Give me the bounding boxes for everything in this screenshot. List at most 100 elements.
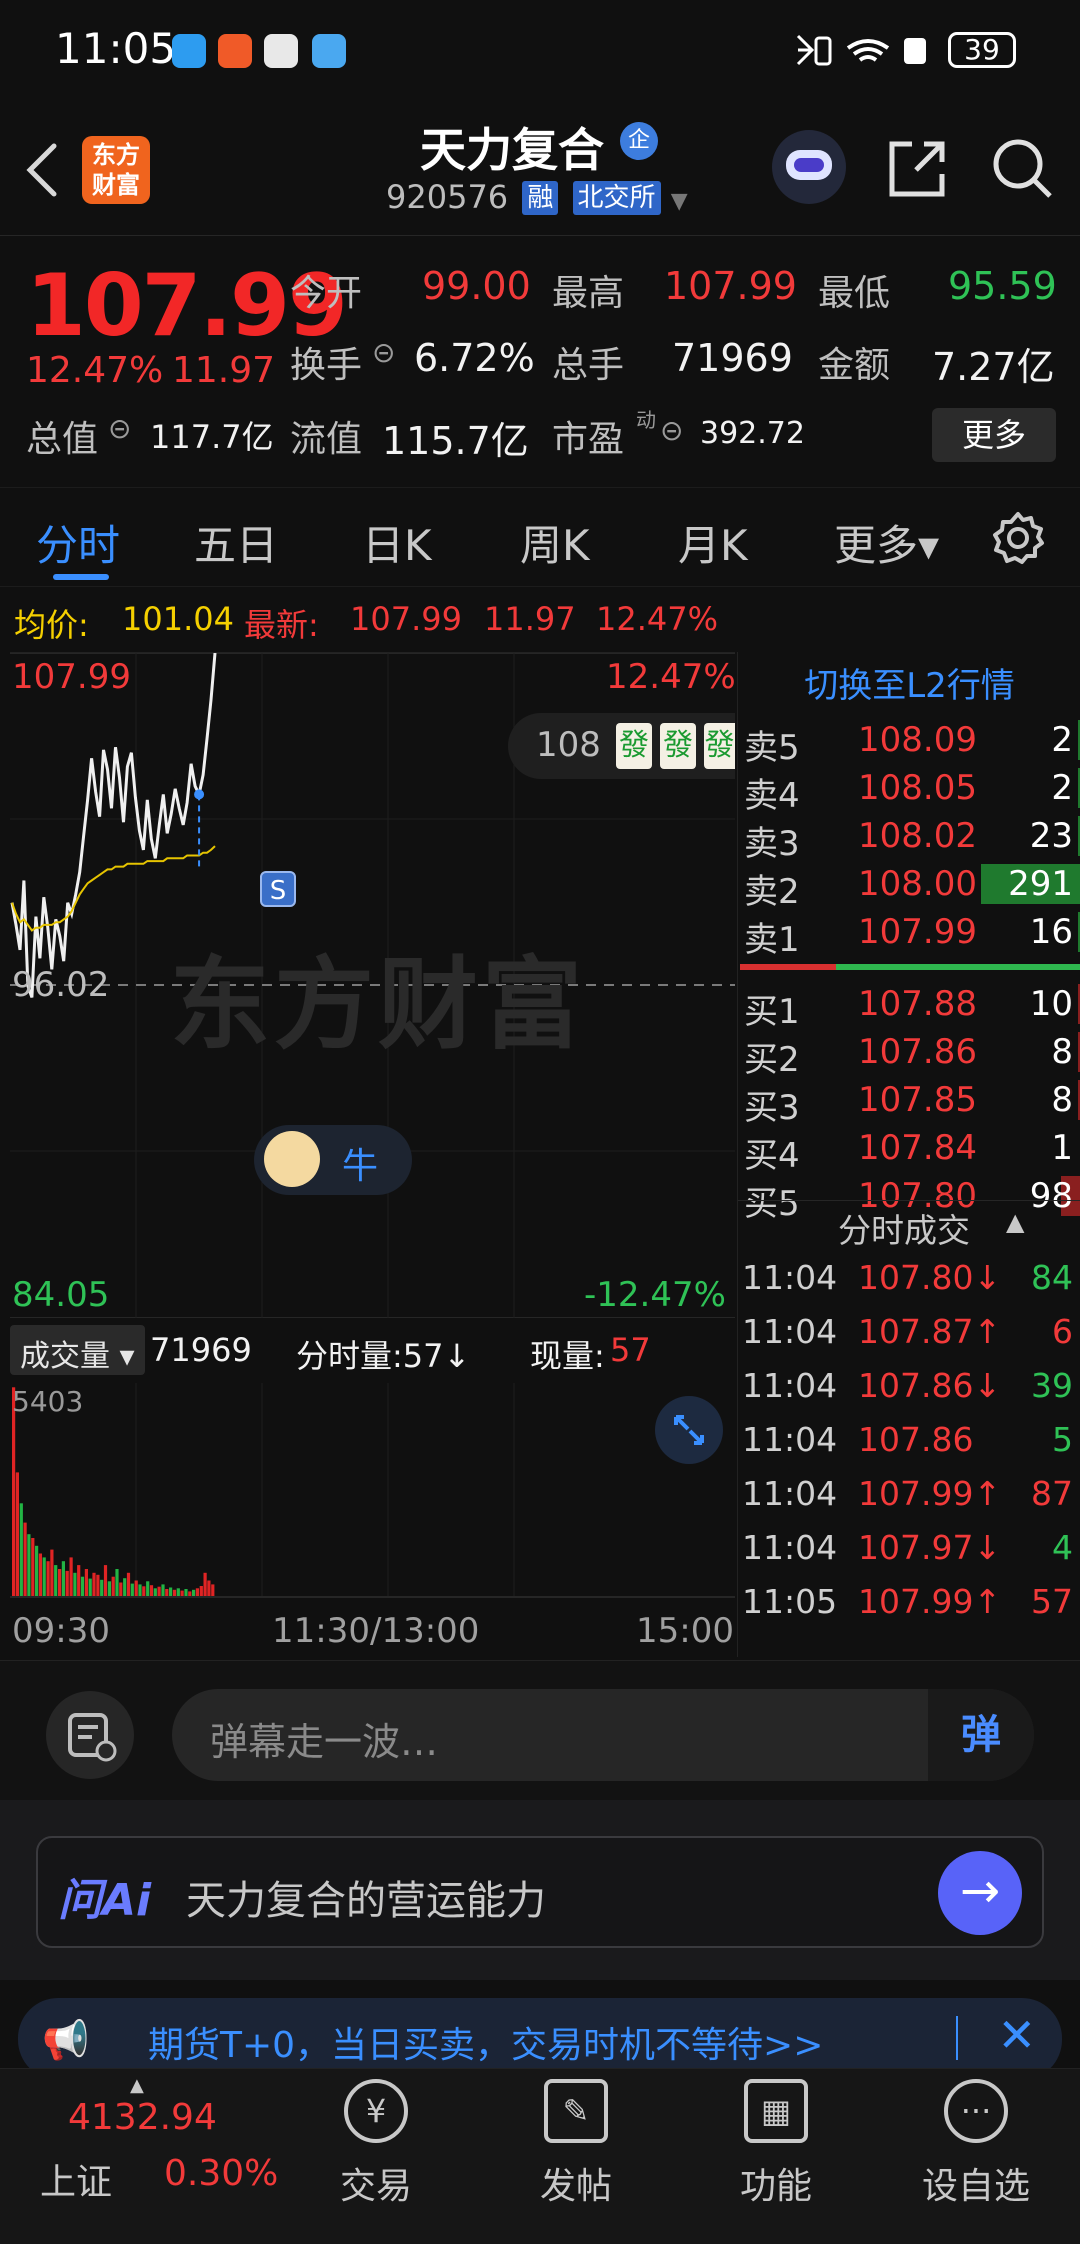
trade-row: 11:05 107.99↑ 57	[738, 1576, 1080, 1628]
ask-ai-input[interactable]: 问Ai 天力复合的营运能力 →	[36, 1836, 1044, 1948]
bid-vol: 10	[1029, 984, 1073, 1024]
announcement-text[interactable]: 期货T+0，当日买卖，交易时机不等待>>	[148, 2016, 823, 2068]
change-amount: 11.97	[172, 350, 276, 391]
trade-time: 11:05	[742, 1582, 838, 1621]
volume-bar	[38, 1553, 42, 1596]
danmaku-send-button[interactable]: 弹	[928, 1689, 1034, 1781]
ask-row[interactable]: 卖1 107.99 16	[738, 908, 1080, 960]
fullscreen-expand-icon[interactable]	[654, 1395, 724, 1465]
trade-price: 107.86	[858, 1420, 974, 1459]
exchange-tag: 北交所	[572, 181, 661, 215]
tab-monthly-k[interactable]: 月K	[678, 512, 748, 573]
info-icon[interactable]: ⊝	[660, 414, 683, 447]
volume-bar	[172, 1589, 177, 1596]
share-icon[interactable]	[886, 138, 948, 200]
trade-row: 11:04 107.80↓ 84	[738, 1252, 1080, 1304]
volume-bar	[207, 1580, 211, 1596]
bid-row[interactable]: 买4 107.84 1	[738, 1124, 1080, 1176]
yen-icon: ¥	[344, 2079, 408, 2143]
trade-time: 11:04	[742, 1366, 838, 1405]
bid-vol: 1	[1051, 1128, 1073, 1168]
search-icon[interactable]	[990, 136, 1056, 202]
tab-more[interactable]: 更多▾	[834, 512, 939, 573]
volume-bar	[54, 1565, 58, 1596]
dropdown-caret-icon[interactable]: ▼	[671, 189, 688, 214]
volume-bar	[184, 1589, 188, 1596]
ask-vol: 2	[1051, 768, 1073, 808]
volume-bar	[180, 1590, 184, 1596]
intraday-chart[interactable]: 东方财富 107.99 96.02 84.05 12.47% -12.47% 1…	[10, 652, 736, 1318]
bull-bubble[interactable]: 牛	[254, 1125, 412, 1195]
index-ticker[interactable]: ▲ 4132.94 上证 0.30%	[20, 2069, 278, 2244]
low-value: 95.59	[948, 264, 1057, 308]
volume-bar	[65, 1570, 69, 1596]
bid-row[interactable]: 买3 107.85 8	[738, 1076, 1080, 1128]
volume-chart[interactable]: 5403	[10, 1383, 735, 1598]
status-bar: 11:05 39	[0, 0, 1080, 100]
trade-vol: 87	[1031, 1474, 1073, 1513]
nav-add-watchlist[interactable]: ··· 设自选	[896, 2079, 1056, 2209]
trade-time: 11:04	[742, 1474, 838, 1513]
info-icon[interactable]: ⊝	[372, 336, 395, 369]
tab-five-day[interactable]: 五日	[194, 512, 278, 573]
nav-trade[interactable]: ¥ 交易	[296, 2079, 456, 2209]
app-logo[interactable]: 东方财富	[82, 136, 150, 204]
tab-intraday[interactable]: 分时	[36, 512, 120, 573]
info-icon[interactable]: ⊝	[108, 412, 131, 445]
volume-bar	[107, 1581, 111, 1596]
volume-bar	[115, 1569, 119, 1596]
arrow-right-icon[interactable]: →	[938, 1851, 1022, 1935]
robot-avatar-icon[interactable]	[772, 130, 846, 204]
sell-signal-marker[interactable]: S	[260, 871, 296, 907]
more-button[interactable]: 更多	[932, 408, 1056, 462]
bid-row[interactable]: 买1 107.88 10	[738, 980, 1080, 1032]
x-tick-label: 15:00	[636, 1611, 734, 1651]
bid-price: 107.84	[858, 1128, 977, 1168]
ai-suggested-question: 天力复合的营运能力	[186, 1878, 546, 1924]
price-bubble[interactable]: 108 發 發 發	[508, 713, 735, 779]
indicator-selector[interactable]: 成交量 ▾	[10, 1325, 145, 1375]
tab-weekly-k[interactable]: 周K	[520, 512, 590, 573]
bid-row[interactable]: 买2 107.86 8	[738, 1028, 1080, 1080]
volume-bar	[46, 1561, 50, 1596]
index-value: 4132.94	[68, 2097, 217, 2138]
ask-row[interactable]: 卖3 108.02 23	[738, 812, 1080, 864]
ask-row[interactable]: 卖2 108.00 291	[738, 860, 1080, 912]
bottom-nav: ▲ 4132.94 上证 0.30% ¥ 交易 ✎ 发帖 ▦ 功能 ··· 设自…	[0, 2068, 1080, 2244]
volume-bar	[153, 1588, 157, 1596]
collapse-caret-icon[interactable]: ▲	[1006, 1208, 1024, 1236]
mahjong-tile-icon: 發	[616, 723, 652, 769]
ask-label: 卖2	[744, 872, 800, 912]
bid-vol: 8	[1051, 1032, 1073, 1072]
trade-time: 11:04	[742, 1528, 838, 1567]
ask-row[interactable]: 卖4 108.05 2	[738, 764, 1080, 816]
pct-axis-bottom-label: -12.47%	[584, 1275, 726, 1315]
switch-l2-link[interactable]: 切换至L2行情	[738, 658, 1080, 707]
stock-code: 920576	[386, 178, 509, 216]
avg-price-value: 101.04	[122, 600, 234, 638]
amount-label: 金额	[818, 345, 891, 386]
battery-indicator: 39	[948, 32, 1016, 68]
ask-row[interactable]: 卖5 108.09 2	[738, 716, 1080, 768]
close-icon[interactable]: ✕	[997, 2008, 1036, 2062]
danmaku-input[interactable]: 弹幕走一波… 弹	[172, 1689, 1034, 1781]
chart-info-line: 均价: 101.04 最新: 107.99 11.97 12.47%	[0, 590, 1080, 650]
nav-functions[interactable]: ▦ 功能	[696, 2079, 856, 2209]
y-axis-bottom-label: 84.05	[12, 1275, 110, 1315]
tab-daily-k[interactable]: 日K	[362, 512, 432, 573]
settings-gear-icon[interactable]	[990, 510, 1046, 566]
volume-bar	[134, 1580, 138, 1596]
edit-icon: ✎	[544, 2079, 608, 2143]
latest-percent: 12.47%	[596, 600, 719, 638]
low-label: 最低	[818, 273, 891, 314]
trades-title[interactable]: 分时成交	[838, 1204, 970, 1252]
volume-bar	[203, 1572, 207, 1596]
more-dots-icon: ···	[944, 2079, 1008, 2143]
volume-value: 71969	[672, 336, 793, 380]
stock-code-line: 920576 融 北交所 ▼	[386, 178, 688, 216]
volume-bar	[96, 1574, 100, 1596]
back-icon[interactable]	[22, 140, 62, 200]
nav-post[interactable]: ✎ 发帖	[496, 2079, 656, 2209]
danmaku-settings-icon[interactable]	[46, 1691, 134, 1779]
trade-row: 11:04 107.87↑ 6	[738, 1306, 1080, 1358]
